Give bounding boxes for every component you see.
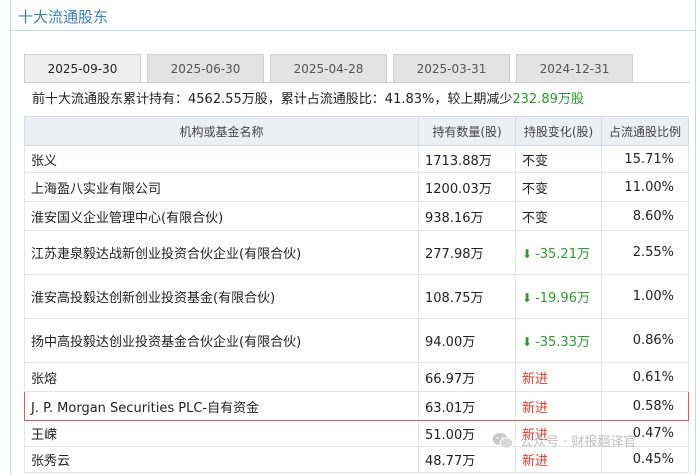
tab-2025-04-28[interactable]: 2025-04-28 <box>270 54 387 82</box>
holding-quantity: 277.98万 <box>418 230 516 275</box>
tab-2025-09-30[interactable]: 2025-09-30 <box>24 54 141 82</box>
holder-name[interactable]: 张秀云 <box>24 446 419 473</box>
holding-quantity: 108.75万 <box>418 274 516 319</box>
watermark: 公众号 · 财报翻译官 <box>492 431 636 450</box>
holder-name[interactable]: 江苏疌泉毅达战新创业投资合伙企业(有限合伙) <box>24 230 419 275</box>
change-value: -35.21万 <box>535 247 590 262</box>
holding-ratio: 8.60% <box>601 201 689 231</box>
summary-change-label: ，较上期减少 <box>434 92 513 107</box>
table-row: J. P. Morgan Securities PLC-自有资金 63.01万 新进… <box>24 391 689 421</box>
holding-change: ⬇ -35.21万 <box>515 230 602 275</box>
change-value: 新进 <box>522 454 549 469</box>
wechat-icon <box>492 432 514 449</box>
tab-2025-06-30[interactable]: 2025-06-30 <box>147 54 264 82</box>
header-change: 持股变化(股) <box>515 116 602 146</box>
holding-change: 不变 <box>515 201 602 231</box>
holding-quantity: 63.01万 <box>418 391 516 421</box>
holder-name[interactable]: 上海盈八实业有限公司 <box>24 172 419 202</box>
holding-summary: 前十大流通股东累计持有：4562.55万股，累计占流通股比：41.83%，较上期… <box>32 88 584 107</box>
table-row: 张熔 66.97万 新进 0.61% <box>24 362 689 392</box>
header-quantity: 持有数量(股) <box>418 116 516 146</box>
holding-ratio: 2.55% <box>601 230 689 275</box>
holding-quantity: 938.16万 <box>418 201 516 231</box>
change-value: 不变 <box>522 210 549 226</box>
table-row: 上海盈八实业有限公司 1200.03万 不变 11.00% <box>24 172 689 202</box>
table-row: 江苏疌泉毅达战新创业投资合伙企业(有限合伙) 277.98万 ⬇ -35.21万 2.5… <box>24 230 689 275</box>
table-header-row: 机构或基金名称 持有数量(股) 持股变化(股) 占流通股比例 <box>24 116 689 146</box>
tab-2024-12-31[interactable]: 2024-12-31 <box>516 54 633 82</box>
holding-change: ⬇ -35.33万 <box>515 318 602 363</box>
holding-ratio: 15.71% <box>601 145 689 173</box>
holding-quantity: 94.00万 <box>418 318 516 363</box>
holding-quantity: 66.97万 <box>418 362 516 392</box>
change-value: 不变 <box>522 181 549 197</box>
table-row: 淮安高投毅达创新创业投资基金(有限合伙) 108.75万 ⬇ -19.96万 1.00% <box>24 274 689 319</box>
summary-ratio: 41.83% <box>384 92 435 107</box>
holder-name[interactable]: 淮安国义企业管理中心(有限合伙) <box>24 201 419 231</box>
holder-name[interactable]: 扬中高投毅达创业投资基金合伙企业(有限合伙) <box>24 318 419 363</box>
holding-quantity: 1200.03万 <box>418 172 516 202</box>
table-row: 张义 1713.88万 不变 15.71% <box>24 145 689 173</box>
holder-name[interactable]: 张义 <box>24 145 419 173</box>
change-value: -19.96万 <box>535 291 590 306</box>
change-value: -35.33万 <box>535 335 590 350</box>
holding-change: 不变 <box>515 172 602 202</box>
down-arrow-icon: ⬇ <box>522 291 533 305</box>
tab-2025-03-31[interactable]: 2025-03-31 <box>393 54 510 82</box>
change-value: 不变 <box>522 153 549 169</box>
table-row: 扬中高投毅达创业投资基金合伙企业(有限合伙) 94.00万 ⬇ -35.33万 0.86… <box>24 318 689 363</box>
holding-change: 新进 <box>515 446 602 473</box>
down-arrow-icon: ⬇ <box>522 247 533 261</box>
holder-name[interactable]: J. P. Morgan Securities PLC-自有资金 <box>24 391 419 421</box>
holding-ratio: 1.00% <box>601 274 689 319</box>
holding-quantity: 48.77万 <box>418 446 516 473</box>
summary-prefix: 前十大流通股东累计持有： <box>32 92 189 107</box>
summary-total: 4562.55万股 <box>188 92 268 107</box>
holding-ratio: 0.45% <box>601 446 689 473</box>
holding-ratio: 11.00% <box>601 172 689 202</box>
holding-change: 不变 <box>515 145 602 173</box>
holder-name[interactable]: 淮安高投毅达创新创业投资基金(有限合伙) <box>24 274 419 319</box>
holding-change: 新进 <box>515 391 602 421</box>
holding-ratio: 0.86% <box>601 318 689 363</box>
title-divider <box>10 30 696 31</box>
shareholder-table: 机构或基金名称 持有数量(股) 持股变化(股) 占流通股比例 张义 1713.88… <box>24 116 689 473</box>
holding-ratio: 0.58% <box>601 391 689 421</box>
panel-title: 十大流通股东 <box>18 8 109 26</box>
summary-ratio-label: ，累计占流通股比： <box>267 92 385 107</box>
down-arrow-icon: ⬇ <box>522 335 533 349</box>
table-row: 淮安国义企业管理中心(有限合伙) 938.16万 不变 8.60% <box>24 201 689 231</box>
tabs-divider <box>24 82 690 83</box>
holding-quantity: 1713.88万 <box>418 145 516 173</box>
watermark-text: 公众号 · 财报翻译官 <box>520 435 637 450</box>
header-ratio: 占流通股比例 <box>601 116 689 146</box>
summary-change: 232.89万股 <box>512 92 584 107</box>
holding-ratio: 0.61% <box>601 362 689 392</box>
holder-name[interactable]: 张熔 <box>24 362 419 392</box>
table-body: 张义 1713.88万 不变 15.71% 上海盈八实业有限公司 1200.03万 不变 11… <box>24 145 689 473</box>
change-value: 新进 <box>522 371 549 387</box>
holding-change: ⬇ -19.96万 <box>515 274 602 319</box>
change-value: 新进 <box>522 400 549 416</box>
header-name: 机构或基金名称 <box>24 116 419 146</box>
table-row: 张秀云 48.77万 新进 0.45% <box>24 446 689 473</box>
holding-change: 新进 <box>515 362 602 392</box>
holder-name[interactable]: 王嵘 <box>24 420 419 447</box>
